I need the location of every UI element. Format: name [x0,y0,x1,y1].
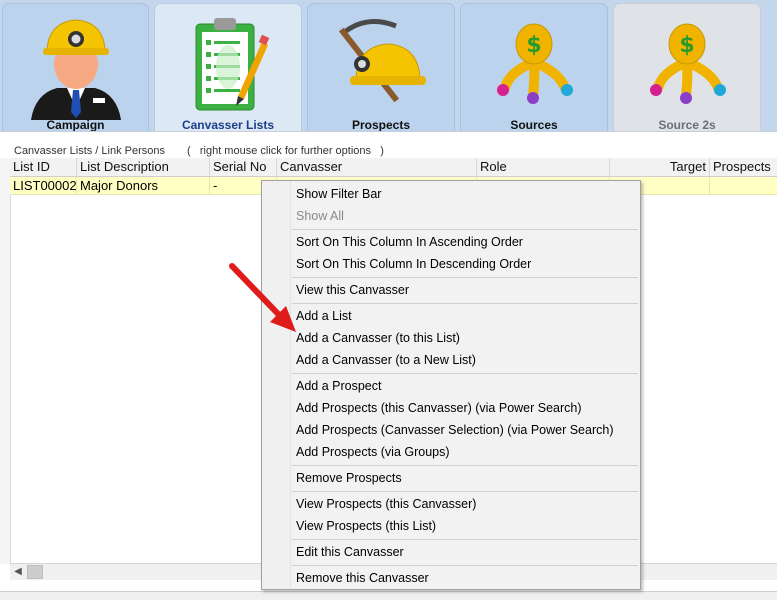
menu-separator [292,373,638,374]
scroll-left-icon[interactable]: ◀ [10,564,26,580]
tab-label: Canvasser Lists [181,118,275,132]
tab-prospects[interactable]: Prospects [307,3,455,132]
tab-label: Sources [510,118,558,132]
menu-item-show-filter-bar[interactable]: Show Filter Bar [296,183,381,205]
clipboard-checklist-icon [195,18,270,111]
menu-separator [292,565,638,566]
cell-prospects [710,177,777,194]
menu-item-add-prospects-via-groups[interactable]: Add Prospects (via Groups) [296,441,450,463]
menu-item-show-all[interactable]: Show All [296,205,344,227]
column-header-serial-no[interactable]: Serial No [210,158,277,176]
menu-separator [292,303,638,304]
menu-separator [292,491,638,492]
module-tab-bar: Campaign Canvasser Lists Prospects $ Sou… [0,0,777,132]
menu-item-add-prospects-canvasser-selection[interactable]: Add Prospects (Canvasser Selection) (via… [296,419,614,441]
money-bag-icon: $ [497,23,573,104]
menu-item-edit-canvasser[interactable]: Edit this Canvasser [296,541,404,563]
column-header-list-description[interactable]: List Description [77,158,210,176]
svg-text:$: $ [526,33,541,58]
tab-sources[interactable]: $ Sources [460,3,608,132]
menu-item-view-prospects-this-list[interactable]: View Prospects (this List) [296,515,436,537]
right-click-hint: ( right mouse click for further options … [187,145,384,157]
menu-item-remove-prospects[interactable]: Remove Prospects [296,467,402,489]
cell-list-id: LIST00002 [10,177,77,194]
menu-item-add-list[interactable]: Add a List [296,305,352,327]
menu-item-add-prospects-this-canvasser[interactable]: Add Prospects (this Canvasser) (via Powe… [296,397,582,419]
menu-item-remove-canvasser[interactable]: Remove this Canvasser [296,567,429,589]
tab-label: Source 2s [658,118,716,132]
scrollbar-thumb[interactable] [27,565,43,579]
column-header-target[interactable]: Target [610,158,710,176]
money-bag-icon: $ [650,23,726,104]
menu-item-add-canvasser-this-list[interactable]: Add a Canvasser (to this List) [296,327,460,349]
tab-label: Campaign [46,118,105,132]
menu-item-view-canvasser[interactable]: View this Canvasser [296,279,409,301]
cell-list-description: Major Donors [77,177,210,194]
menu-item-add-canvasser-new-list[interactable]: Add a Canvasser (to a New List) [296,349,476,371]
status-strip [0,591,777,600]
column-header-prospects[interactable]: Prospects [710,158,777,176]
menu-icon-gutter [262,181,291,589]
column-header-list-id[interactable]: List ID [10,158,77,176]
grid-header: List ID List Description Serial No Canva… [10,158,777,177]
tab-source-2s[interactable]: $ Source 2s [613,3,761,132]
menu-separator [292,539,638,540]
miner-person-icon [30,19,121,120]
panel-caption: Canvasser Lists / Link Persons ( right mo… [14,145,384,157]
menu-item-sort-descending[interactable]: Sort On This Column In Descending Order [296,253,531,275]
menu-separator [292,229,638,230]
menu-separator [292,465,638,466]
tab-canvasser-lists[interactable]: Canvasser Lists [154,3,302,132]
menu-item-add-prospect[interactable]: Add a Prospect [296,375,381,397]
pickaxe-helmet-icon [338,19,426,103]
column-header-canvasser[interactable]: Canvasser [277,158,477,176]
annotation-arrow-icon [229,263,296,332]
menu-separator [292,277,638,278]
panel-title: Canvasser Lists / Link Persons [14,145,166,157]
row-indicator-column [0,158,11,564]
column-header-role[interactable]: Role [477,158,610,176]
context-menu: Show Filter Bar Show All Sort On This Co… [261,180,641,590]
tab-label: Prospects [351,118,411,132]
menu-item-view-prospects-this-canvasser[interactable]: View Prospects (this Canvasser) [296,493,476,515]
tab-campaign[interactable]: Campaign [2,3,149,132]
menu-item-sort-ascending[interactable]: Sort On This Column In Ascending Order [296,231,523,253]
svg-text:$: $ [679,33,694,58]
